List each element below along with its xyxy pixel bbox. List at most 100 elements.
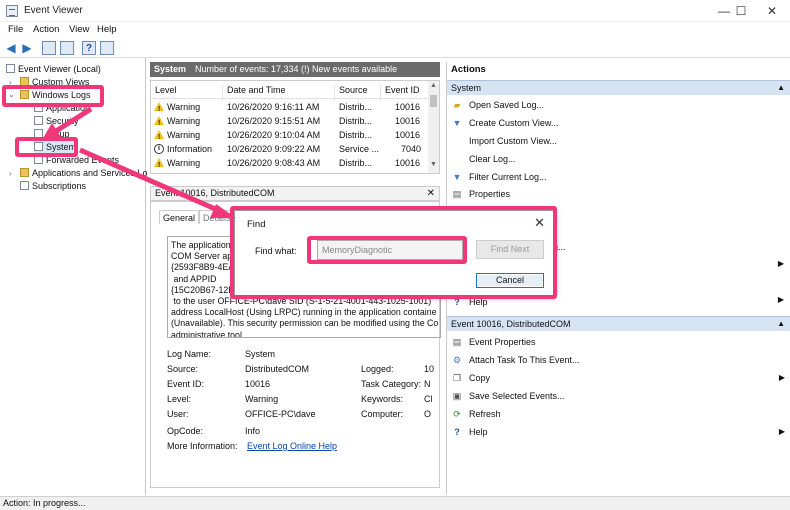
forward-arrow-icon[interactable]: ▶ — [20, 41, 34, 55]
column-date[interactable]: Date and Time — [227, 85, 286, 95]
action-attach-task[interactable]: ⚙ Attach Task To This Event... — [447, 353, 790, 367]
event-properties-icon: ▤ — [452, 337, 462, 347]
warning-icon — [154, 102, 164, 117]
back-arrow-icon[interactable]: ◀ — [4, 41, 18, 55]
log-header: System Number of events: 17,334 (!) New … — [150, 62, 440, 77]
opcode-label: OpCode: — [167, 426, 204, 436]
row-level: Warning — [167, 130, 201, 140]
event-detail-title: Event 10016, DistributedCOM — [155, 188, 275, 198]
table-row[interactable]: Warning 10/26/2020 9:16:11 AM Distrib...… — [151, 100, 429, 117]
highlight-system — [15, 137, 78, 157]
row-level: Warning — [167, 158, 201, 168]
log-name-value: System — [245, 349, 276, 359]
show-action-pane-icon[interactable] — [100, 41, 114, 55]
action-refresh[interactable]: ⟳ Refresh — [447, 407, 790, 421]
column-source[interactable]: Source — [339, 85, 368, 95]
menu-file[interactable]: File — [8, 24, 23, 35]
section-label: System — [451, 83, 482, 93]
logged-label: Logged: — [361, 364, 394, 374]
menu-action[interactable]: Action — [33, 24, 59, 35]
action-help-event[interactable]: ? Help ▶ — [447, 425, 790, 439]
row-source: Distrib... — [339, 116, 373, 126]
action-event-properties[interactable]: ▤ Event Properties — [447, 335, 790, 349]
table-row[interactable]: Warning 10/26/2020 9:15:51 AM Distrib...… — [151, 114, 429, 131]
action-label: Event Properties — [469, 337, 536, 347]
table-row[interactable]: i Information 10/26/2020 9:09:22 AM Serv… — [151, 142, 429, 156]
row-date: 10/26/2020 9:08:43 AM — [227, 158, 321, 168]
row-source: Distrib... — [339, 102, 373, 112]
online-help-link[interactable]: Event Log Online Help — [247, 441, 337, 451]
action-save-selected-events[interactable]: ▣ Save Selected Events... — [447, 389, 790, 403]
collapse-caret-icon[interactable]: ▲ — [777, 317, 785, 331]
action-open-saved-log[interactable]: ▰ Open Saved Log... — [447, 98, 790, 112]
row-source: Distrib... — [339, 130, 373, 140]
task-category-value: N — [424, 379, 431, 389]
scroll-thumb[interactable] — [430, 95, 437, 107]
folder-open-icon: ▰ — [453, 100, 461, 110]
tree-security[interactable]: Security — [34, 115, 79, 127]
event-id-label: Event ID: — [167, 379, 205, 389]
navigation-tree: Event Viewer (Local) › Custom Views ⌄ Wi… — [0, 58, 148, 495]
event-count: Number of events: 17,334 (!) New events … — [195, 64, 398, 74]
row-event-id: 10016 — [395, 130, 421, 140]
expand-arrow-icon[interactable]: › — [9, 169, 12, 178]
row-date: 10/26/2020 9:10:04 AM — [227, 130, 321, 140]
close-detail-icon[interactable]: ✕ — [427, 187, 435, 200]
action-create-custom-view[interactable]: ▼ Create Custom View... — [447, 116, 790, 130]
help-toolbar-icon[interactable]: ? — [82, 41, 96, 55]
collapse-caret-icon[interactable]: ▲ — [777, 81, 785, 95]
row-level: Information — [167, 144, 213, 154]
menu-help[interactable]: Help — [97, 24, 117, 35]
tree-subscriptions[interactable]: Subscriptions — [20, 180, 86, 192]
tree-root[interactable]: Event Viewer (Local) — [6, 63, 101, 75]
table-row[interactable]: Warning 10/26/2020 9:08:43 AM Distrib...… — [151, 156, 429, 173]
title-bar: Event Viewer — ☐ ✕ — [0, 0, 790, 22]
more-info-label: More Information: — [167, 441, 238, 451]
column-level[interactable]: Level — [155, 85, 177, 95]
action-label: Create Custom View... — [469, 118, 559, 128]
event-viewer-icon — [6, 5, 18, 17]
scroll-down-icon[interactable]: ▼ — [428, 161, 439, 168]
row-event-id: 10016 — [395, 102, 421, 112]
row-source: Service ... — [339, 144, 380, 154]
event-list-scrollbar[interactable]: ▲ ▼ — [428, 81, 439, 173]
log-header-name: System — [154, 64, 187, 74]
action-clear-log[interactable]: Clear Log... — [447, 152, 790, 166]
submenu-arrow-icon: ▶ — [777, 259, 784, 268]
action-filter-current-log[interactable]: ▼ Filter Current Log... — [447, 170, 790, 184]
action-label: Copy — [469, 373, 491, 383]
row-date: 10/26/2020 9:16:11 AM — [227, 102, 320, 112]
event-detail-header: Event 10016, DistributedCOM ✕ — [150, 186, 440, 201]
subscriptions-icon — [20, 181, 29, 190]
show-tree-icon[interactable] — [60, 41, 74, 55]
actions-section-event[interactable]: Event 10016, DistributedCOM ▲ — [447, 316, 790, 331]
logged-value: 10 — [424, 364, 435, 374]
log-name-label: Log Name: — [167, 349, 212, 359]
row-date: 10/26/2020 9:15:51 AM — [227, 116, 321, 126]
save-icon: ▣ — [452, 391, 462, 401]
help-icon: ? — [454, 427, 460, 437]
filter-icon: ▼ — [452, 172, 462, 182]
action-copy[interactable]: ❐ Copy ▶ — [447, 371, 790, 385]
filter-icon: ▼ — [452, 118, 462, 128]
table-row[interactable]: Warning 10/26/2020 9:10:04 AM Distrib...… — [151, 128, 429, 145]
action-properties[interactable]: ▤ Properties — [447, 187, 790, 201]
actions-section-system[interactable]: System ▲ — [447, 80, 790, 95]
copy-icon: ❐ — [452, 373, 462, 383]
column-separator — [222, 85, 223, 101]
folder-icon — [20, 168, 29, 177]
tab-general[interactable]: General — [159, 210, 200, 224]
up-folder-icon[interactable] — [42, 41, 56, 55]
refresh-icon: ⟳ — [453, 409, 461, 419]
column-event-id[interactable]: Event ID — [385, 85, 420, 95]
scroll-up-icon[interactable]: ▲ — [428, 82, 439, 89]
action-import-custom-view[interactable]: Import Custom View... — [447, 134, 790, 148]
submenu-arrow-icon: ▶ — [778, 427, 785, 436]
event-viewer-icon — [6, 64, 15, 73]
menu-view[interactable]: View — [69, 24, 89, 35]
event-list-header: Level Date and Time Source Event ID — [151, 81, 429, 101]
action-label: Import Custom View... — [469, 136, 557, 146]
row-event-id: 10016 — [395, 116, 421, 126]
tree-applications-services[interactable]: Applications and Services Lo — [20, 167, 148, 179]
close-button[interactable]: ✕ — [754, 2, 790, 20]
